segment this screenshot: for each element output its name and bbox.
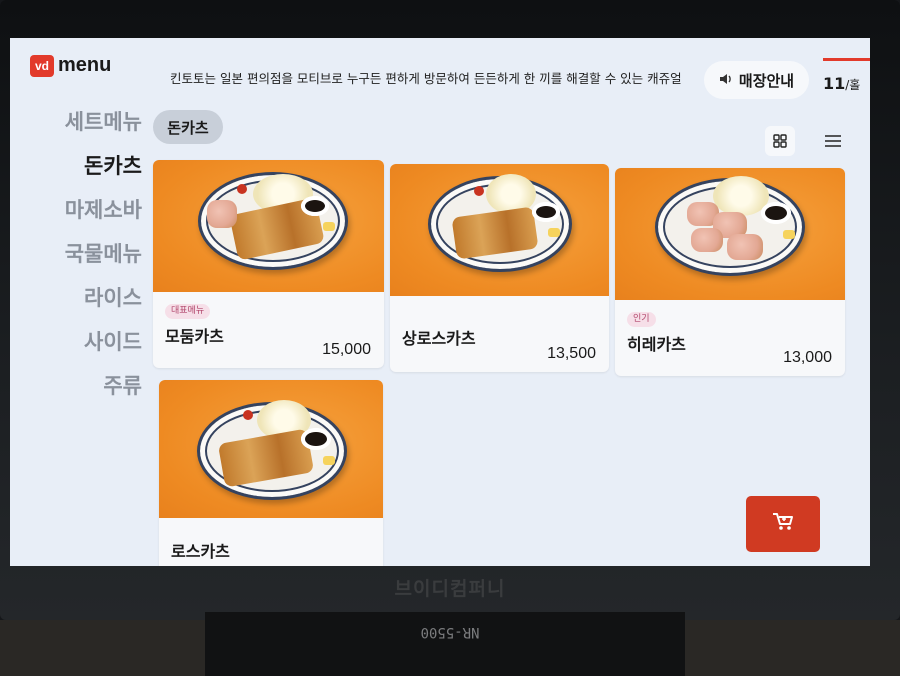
logo-word: menu [58, 54, 112, 76]
category-sidebar: 세트메뉴 돈카츠 마제소바 국물메뉴 라이스 사이드 주류 [10, 100, 150, 408]
tomato [237, 184, 247, 194]
sauce-dish [301, 428, 331, 450]
lemon [323, 456, 335, 465]
lemon [548, 228, 560, 237]
category-donkatsu[interactable]: 돈카츠 [10, 144, 150, 188]
grid-view-icon[interactable] [765, 126, 795, 156]
meat [727, 234, 763, 260]
card-info: 대표메뉴 모둠카츠 15,000 [153, 292, 384, 368]
tomato [474, 186, 484, 196]
card-info: 상로스카츠 13,500 [390, 296, 609, 372]
lemon [323, 222, 335, 231]
menu-price: 15,000 [322, 341, 371, 358]
tomato [243, 410, 253, 420]
table-suffix: /홀 [845, 78, 861, 92]
kiosk-screen: vd menu 킨토토는 일본 편의점을 모티브로 누구든 편하게 방문하여 든… [10, 38, 870, 566]
bezel-brand: 브이디컴퍼니 [394, 578, 506, 600]
cart-icon [772, 512, 794, 536]
food-photo [615, 168, 845, 300]
food-photo [159, 380, 383, 518]
speaker-icon [719, 73, 733, 88]
store-info-label: 매장안내 [738, 71, 795, 90]
category-drinks[interactable]: 주류 [10, 364, 150, 408]
table-accent-bar [823, 58, 870, 61]
menu-name: 로스카츠 [171, 542, 230, 561]
category-rice[interactable]: 라이스 [10, 276, 150, 320]
food-photo [153, 160, 384, 292]
category-set-menu[interactable]: 세트메뉴 [10, 100, 150, 144]
menu-price: 13,000 [783, 349, 832, 366]
category-side[interactable]: 사이드 [10, 320, 150, 364]
menu-card[interactable]: 상로스카츠 13,500 [390, 164, 609, 372]
bezel-model: NR-5500 [420, 624, 480, 640]
category-soup-menu[interactable]: 국물메뉴 [10, 232, 150, 276]
cart-button[interactable] [746, 496, 820, 552]
menu-price: 13,500 [547, 345, 596, 362]
menu-card[interactable]: 대표메뉴 모둠카츠 15,000 [153, 160, 384, 368]
meat [691, 228, 723, 252]
card-info: 인기 히레카츠 13,000 [615, 300, 845, 376]
sauce-dish [532, 202, 560, 222]
card-info: 로스카츠 [159, 518, 383, 566]
notice-marquee: 킨토토는 일본 편의점을 모티브로 누구든 편하게 방문하여 든든하게 한 끼를… [170, 71, 682, 86]
app-logo: vd menu [30, 54, 111, 77]
menu-card[interactable]: 로스카츠 [159, 380, 383, 566]
sauce-dish [761, 202, 791, 224]
logo-badge: vd [30, 54, 54, 77]
sauce-dish [301, 196, 329, 216]
list-view-icon[interactable] [822, 130, 844, 152]
food-photo [390, 164, 609, 296]
subcategory-chip[interactable]: 돈카츠 [153, 110, 223, 144]
store-info-button[interactable]: 매장안내 [704, 61, 809, 99]
menu-card[interactable]: 인기 히레카츠 13,000 [615, 168, 845, 376]
category-maze-soba[interactable]: 마제소바 [10, 188, 150, 232]
stand-plate [205, 612, 685, 676]
lemon [783, 230, 795, 239]
meat [207, 200, 237, 228]
header: vd menu 킨토토는 일본 편의점을 모티브로 누구든 편하게 방문하여 든… [10, 38, 870, 100]
table-number-value: 11 [823, 74, 846, 93]
signature-badge: 대표메뉴 [165, 304, 211, 319]
table-number: 11/홀 [823, 74, 860, 93]
popular-badge: 인기 [627, 312, 656, 327]
